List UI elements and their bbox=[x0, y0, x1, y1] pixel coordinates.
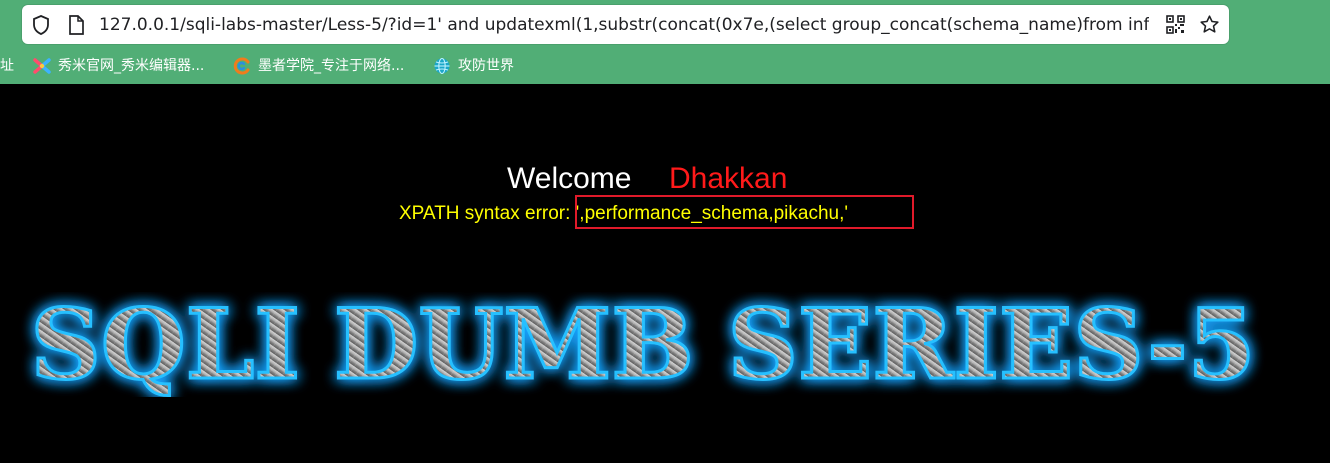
welcome-line: Welcome Dhakkan bbox=[0, 161, 1330, 197]
username-text: Dhakkan bbox=[669, 162, 788, 195]
qr-code-icon[interactable] bbox=[1166, 15, 1185, 38]
bookmark-label: 攻防世界 bbox=[458, 58, 514, 74]
banner-logo-text: SQLI DUMB SERIES-5 bbox=[31, 292, 1256, 397]
bookmark-item-mozhe[interactable]: 墨者学院_专注于网络... bbox=[233, 56, 404, 76]
url-text[interactable]: 127.0.0.1/sqli-labs-master/Less-5/?id=1'… bbox=[99, 14, 1149, 36]
xiumi-icon bbox=[33, 57, 51, 75]
browser-chrome: 127.0.0.1/sqli-labs-master/Less-5/?id=1'… bbox=[0, 0, 1330, 84]
banner-logo-image: SQLI DUMB SERIES-5 bbox=[29, 287, 1257, 403]
bookmark-label: 墨者学院_专注于网络... bbox=[258, 58, 405, 74]
globe-icon bbox=[433, 57, 451, 75]
address-bar[interactable]: 127.0.0.1/sqli-labs-master/Less-5/?id=1'… bbox=[22, 5, 1229, 44]
sqli-dumb-series-banner: SQLI DUMB SERIES-5 bbox=[18, 287, 1268, 403]
bookmark-item-address[interactable]: 址 bbox=[0, 56, 14, 76]
bookmark-item-gongfang[interactable]: 攻防世界 bbox=[433, 56, 514, 76]
bookmark-label: 秀米官网_秀米编辑器... bbox=[58, 58, 205, 74]
page-icon bbox=[68, 15, 84, 39]
bookmark-label: 址 bbox=[0, 58, 14, 74]
shield-icon[interactable] bbox=[32, 15, 50, 39]
bookmark-star-icon[interactable] bbox=[1199, 14, 1220, 39]
mozhe-icon bbox=[233, 57, 251, 75]
bookmark-item-xiumi[interactable]: 秀米官网_秀米编辑器... bbox=[33, 56, 204, 76]
highlight-annotation-box bbox=[575, 195, 914, 229]
bookmarks-bar: 址 秀米官网_秀米编辑器... 墨者学院_专注于网络... 攻防世界 bbox=[0, 52, 1330, 80]
welcome-text: Welcome bbox=[507, 162, 632, 195]
